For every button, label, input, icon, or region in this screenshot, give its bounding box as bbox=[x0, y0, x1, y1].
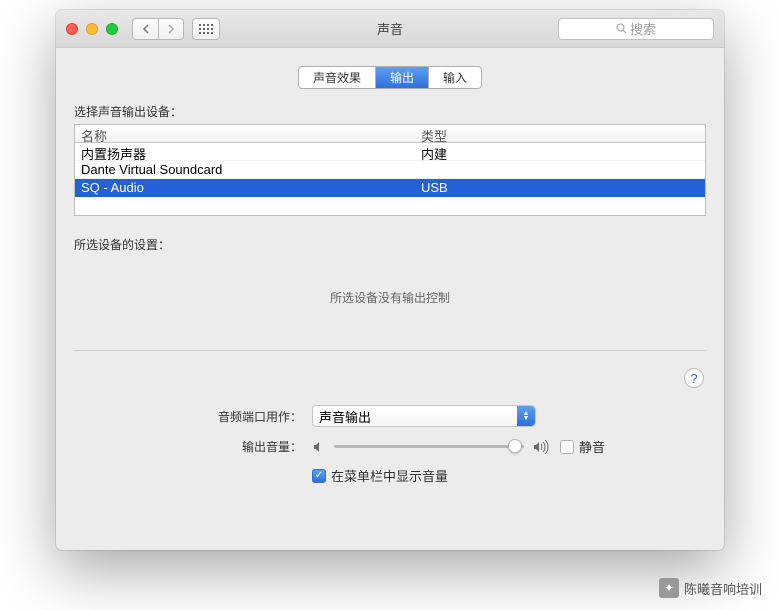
separator bbox=[74, 350, 706, 351]
mute-checkbox[interactable]: 静音 bbox=[560, 437, 605, 456]
col-name[interactable]: 名称 bbox=[75, 125, 415, 142]
no-output-controls-text: 所选设备没有输出控制 bbox=[74, 261, 706, 350]
close-button[interactable] bbox=[66, 23, 78, 35]
volume-label: 输出音量： bbox=[74, 438, 312, 455]
port-value: 声音输出 bbox=[319, 407, 371, 426]
table-row[interactable]: 内置扬声器内建 bbox=[75, 143, 705, 161]
output-form: 音频端口用作： 声音输出 ▲▼ 输出音量： 静音 ✓ 在菜单栏中显示音量 bbox=[74, 405, 706, 485]
tab-output[interactable]: 输出 bbox=[376, 67, 429, 88]
port-label: 音频端口用作： bbox=[74, 408, 312, 425]
tab-effects[interactable]: 声音效果 bbox=[299, 67, 376, 88]
menubar-checkbox[interactable]: ✓ 在菜单栏中显示音量 bbox=[312, 466, 448, 485]
nav-buttons bbox=[132, 18, 184, 40]
table-header: 名称 类型 bbox=[75, 125, 705, 143]
volume-knob[interactable] bbox=[508, 439, 522, 453]
table-row-empty bbox=[75, 197, 705, 215]
titlebar: 声音 搜索 bbox=[56, 10, 724, 48]
col-type[interactable]: 类型 bbox=[415, 125, 705, 142]
search-placeholder: 搜索 bbox=[630, 19, 656, 38]
window-controls bbox=[66, 23, 118, 35]
sound-preferences-window: 声音 搜索 声音效果 输出 输入 选择声音输出设备： 名称 类型 内置扬声器内建… bbox=[56, 10, 724, 550]
help-button[interactable]: ? bbox=[684, 368, 704, 388]
checkbox-checked-icon: ✓ bbox=[312, 469, 326, 483]
forward-button[interactable] bbox=[158, 18, 184, 40]
device-list-label: 选择声音输出设备： bbox=[74, 103, 706, 120]
volume-slider[interactable] bbox=[334, 445, 524, 448]
mute-label: 静音 bbox=[579, 437, 605, 456]
table-row[interactable]: SQ - AudioUSB bbox=[75, 179, 705, 197]
settings-label: 所选设备的设置： bbox=[74, 236, 706, 253]
wechat-icon: ✦ bbox=[659, 578, 679, 598]
port-select[interactable]: 声音输出 ▲▼ bbox=[312, 405, 536, 427]
back-button[interactable] bbox=[132, 18, 158, 40]
speaker-high-icon bbox=[532, 440, 552, 454]
tab-input[interactable]: 输入 bbox=[429, 67, 481, 88]
watermark: ✦ 陈曦音响培训 bbox=[659, 578, 762, 598]
minimize-button[interactable] bbox=[86, 23, 98, 35]
select-arrows-icon: ▲▼ bbox=[517, 406, 535, 426]
checkbox-icon bbox=[560, 440, 574, 454]
pane-body: 声音效果 输出 输入 选择声音输出设备： 名称 类型 内置扬声器内建 Dante… bbox=[56, 48, 724, 509]
tab-group: 声音效果 输出 输入 bbox=[74, 66, 706, 89]
show-all-button[interactable] bbox=[192, 18, 220, 40]
search-field[interactable]: 搜索 bbox=[558, 18, 714, 40]
speaker-low-icon bbox=[312, 440, 326, 454]
table-row[interactable]: Dante Virtual Soundcard bbox=[75, 161, 705, 179]
volume-slider-group: 静音 bbox=[312, 437, 605, 456]
menubar-label: 在菜单栏中显示音量 bbox=[331, 466, 448, 485]
zoom-button[interactable] bbox=[106, 23, 118, 35]
watermark-text: 陈曦音响培训 bbox=[684, 579, 762, 598]
search-icon bbox=[616, 23, 627, 34]
device-table: 名称 类型 内置扬声器内建 Dante Virtual Soundcard SQ… bbox=[74, 124, 706, 216]
